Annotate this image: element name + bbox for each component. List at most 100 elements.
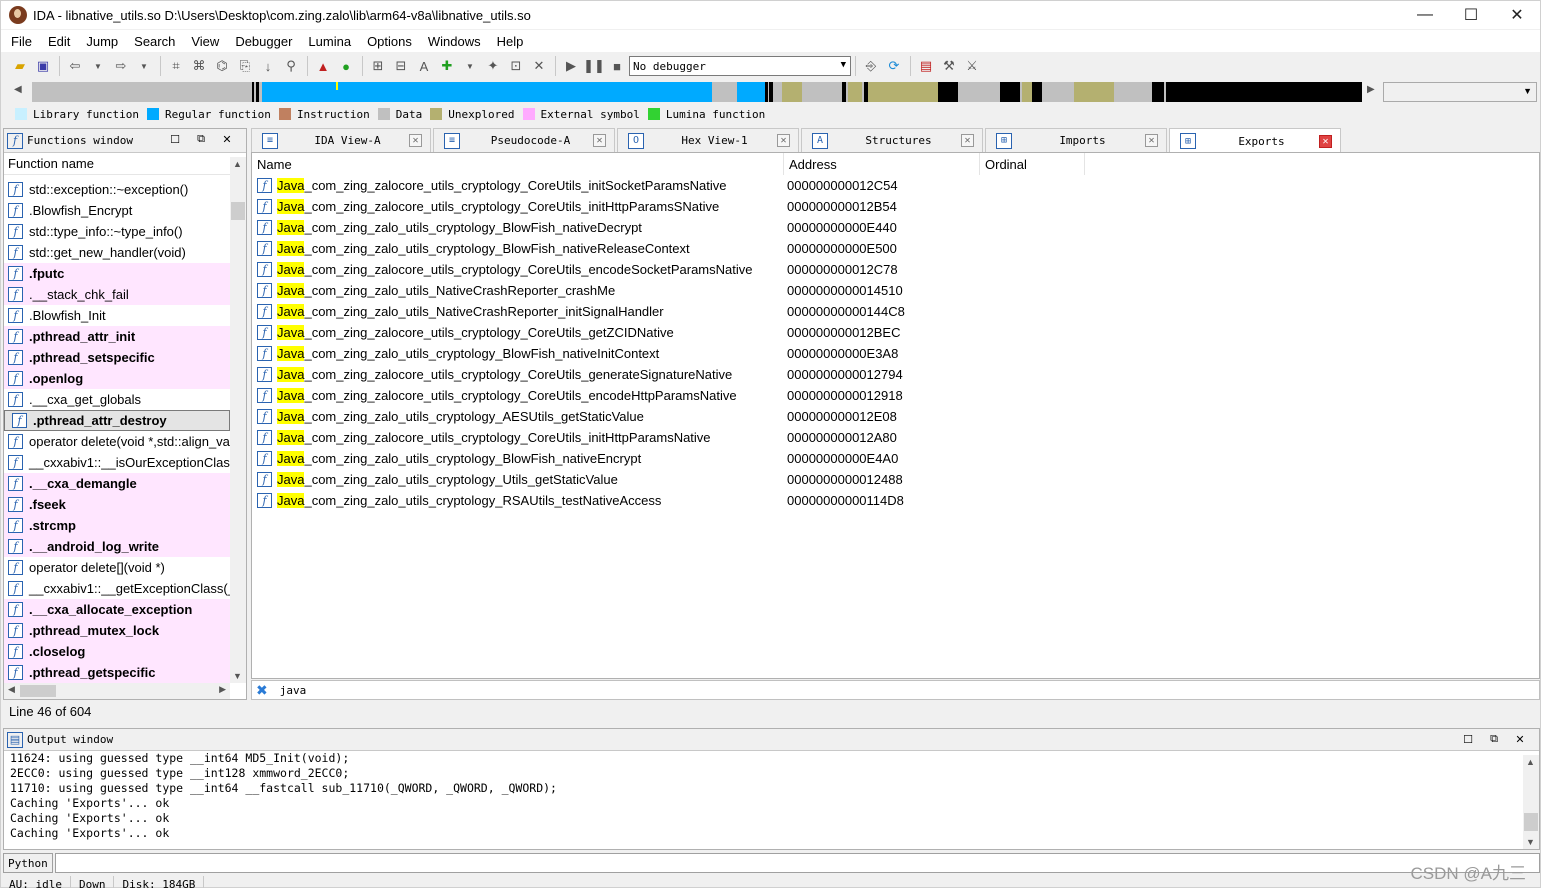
- forward-icon[interactable]: ⇨: [110, 55, 132, 77]
- scroll-down-icon[interactable]: ▼: [1526, 837, 1535, 847]
- function-list-item[interactable]: f .__cxa_allocate_exception: [4, 599, 230, 620]
- scrollbar-thumb[interactable]: [231, 202, 245, 220]
- add-icon[interactable]: ✚: [436, 55, 458, 77]
- dropdown-arrow-icon[interactable]: ▼: [87, 55, 109, 77]
- scroll-up-icon[interactable]: ▲: [1526, 757, 1535, 767]
- close-pane-icon[interactable]: ✕: [1507, 733, 1533, 746]
- menu-debugger[interactable]: Debugger: [227, 34, 300, 49]
- stop-icon[interactable]: ■: [606, 55, 628, 77]
- code-icon[interactable]: ⊞: [367, 55, 389, 77]
- plugin-icon[interactable]: ⚒: [938, 55, 960, 77]
- disable-plugin-icon[interactable]: ⚔: [961, 55, 983, 77]
- exports-column-address[interactable]: Address: [784, 153, 980, 175]
- function-list-item[interactable]: f .pthread_attr_destroy: [4, 410, 230, 431]
- minimize-button[interactable]: —: [1402, 1, 1448, 29]
- export-row[interactable]: f Java _com_zing_zalocore_utils_cryptology…: [252, 322, 1539, 343]
- export-row[interactable]: f Java _com_zing_zalocore_utils_cryptology…: [252, 385, 1539, 406]
- export-row[interactable]: f Java _com_zing_zalocore_utils_cryptology…: [252, 427, 1539, 448]
- debugger-select[interactable]: No debugger ▼: [629, 56, 851, 76]
- menu-file[interactable]: File: [3, 34, 40, 49]
- navigation-select[interactable]: ▼: [1383, 82, 1537, 102]
- function-list-item[interactable]: f .__stack_chk_fail: [4, 284, 230, 305]
- float-pane-icon[interactable]: ⧉: [1481, 733, 1507, 746]
- scroll-up-icon[interactable]: ▲: [233, 159, 242, 169]
- save-icon[interactable]: ▣: [32, 55, 54, 77]
- command-input[interactable]: [54, 853, 1540, 873]
- tab-hex-view-1[interactable]: O Hex View-1 ✕: [617, 128, 799, 152]
- ascii-icon[interactable]: A: [413, 55, 435, 77]
- function-list-item[interactable]: f .fputc: [4, 263, 230, 284]
- scrollbar-thumb[interactable]: [20, 685, 56, 697]
- exports-column-name[interactable]: Name: [252, 153, 784, 175]
- function-list-item[interactable]: f std::get_new_handler(void): [4, 242, 230, 263]
- maximize-pane-icon[interactable]: ☐: [1455, 733, 1481, 746]
- run-status-icon[interactable]: ●: [335, 55, 357, 77]
- python-language-button[interactable]: Python: [3, 853, 53, 873]
- export-row[interactable]: f Java _com_zing_zalo_utils_NativeCrashRep…: [252, 301, 1539, 322]
- export-row[interactable]: f Java _com_zing_zalo_utils_cryptology_Blo…: [252, 238, 1539, 259]
- export-row[interactable]: f Java _com_zing_zalo_utils_cryptology_Blo…: [252, 448, 1539, 469]
- menu-lumina[interactable]: Lumina: [300, 34, 359, 49]
- tab-pseudocode-a[interactable]: ≡ Pseudocode-A ✕: [433, 128, 615, 152]
- clear-filter-icon[interactable]: ✖: [256, 682, 268, 699]
- scroll-right-icon[interactable]: ▶: [1367, 84, 1375, 95]
- export-row[interactable]: f Java _com_zing_zalo_utils_cryptology_Blo…: [252, 343, 1539, 364]
- filter-input[interactable]: java: [280, 684, 307, 697]
- export-row[interactable]: f Java _com_zing_zalo_utils_cryptology_Uti…: [252, 469, 1539, 490]
- jump-down-icon[interactable]: ↓: [257, 55, 279, 77]
- tab-exports[interactable]: ⊞ Exports ✕: [1169, 128, 1341, 153]
- patch-icon[interactable]: ✦: [482, 55, 504, 77]
- menu-options[interactable]: Options: [359, 34, 420, 49]
- function-list-item[interactable]: f .pthread_mutex_lock: [4, 620, 230, 641]
- function-list-item[interactable]: f .fseek: [4, 494, 230, 515]
- function-list-item[interactable]: f operator delete[](void *): [4, 557, 230, 578]
- float-pane-icon[interactable]: ⧉: [188, 133, 214, 146]
- function-list-item[interactable]: f operator delete(void *,std::align_val_t…: [4, 431, 230, 452]
- function-list-item[interactable]: f .__android_log_write: [4, 536, 230, 557]
- find-icon[interactable]: ⚲: [280, 55, 302, 77]
- attach-icon[interactable]: ⎆: [860, 55, 882, 77]
- function-list-item[interactable]: f .strcmp: [4, 515, 230, 536]
- function-name-column-header[interactable]: Function name: [4, 153, 246, 175]
- export-row[interactable]: f Java _com_zing_zalocore_utils_cryptology…: [252, 364, 1539, 385]
- navigation-strip[interactable]: [32, 82, 1362, 102]
- menu-search[interactable]: Search: [126, 34, 183, 49]
- close-tab-icon[interactable]: ✕: [593, 134, 606, 147]
- function-list-item[interactable]: f __cxxabiv1::__isOurExceptionClass(_Unwi…: [4, 452, 230, 473]
- scroll-left-icon[interactable]: ◀: [8, 684, 15, 695]
- function-list-item[interactable]: f __cxxabiv1::__getExceptionClass(_Unwind…: [4, 578, 230, 599]
- function-list-item[interactable]: f .__cxa_demangle: [4, 473, 230, 494]
- dropdown-arrow-icon[interactable]: ▼: [133, 55, 155, 77]
- menu-view[interactable]: View: [183, 34, 227, 49]
- pause-icon[interactable]: ❚❚: [583, 55, 605, 77]
- export-row[interactable]: f Java _com_zing_zalo_utils_NativeCrashRep…: [252, 280, 1539, 301]
- scrollbar-thumb[interactable]: [1524, 813, 1538, 831]
- export-row[interactable]: f Java _com_zing_zalo_utils_cryptology_Blo…: [252, 217, 1539, 238]
- export-row[interactable]: f Java _com_zing_zalo_utils_cryptology_RSA…: [252, 490, 1539, 511]
- tab-ida-view-a[interactable]: ≡ IDA View-A ✕: [251, 128, 431, 152]
- function-list-item[interactable]: f std::exception::~exception(): [4, 179, 230, 200]
- close-tab-icon[interactable]: ✕: [1145, 134, 1158, 147]
- export-row[interactable]: f Java _com_zing_zalocore_utils_cryptology…: [252, 175, 1539, 196]
- tab-structures[interactable]: A Structures ✕: [801, 128, 983, 152]
- maximize-pane-icon[interactable]: ☐: [162, 133, 188, 146]
- close-button[interactable]: ✕: [1494, 1, 1540, 29]
- function-list-item[interactable]: f .pthread_attr_init: [4, 326, 230, 347]
- back-icon[interactable]: ⇦: [64, 55, 86, 77]
- export-row[interactable]: f Java _com_zing_zalocore_utils_cryptology…: [252, 259, 1539, 280]
- menu-jump[interactable]: Jump: [78, 34, 126, 49]
- output-vertical-scrollbar[interactable]: ▲ ▼: [1523, 755, 1539, 849]
- refresh-icon[interactable]: ⟳: [883, 55, 905, 77]
- maximize-button[interactable]: ☐: [1448, 1, 1494, 29]
- exports-column-ordinal[interactable]: Ordinal: [980, 153, 1085, 175]
- function-list-item[interactable]: f .openlog: [4, 368, 230, 389]
- function-list-item[interactable]: f .Blowfish_Init: [4, 305, 230, 326]
- graph-icon[interactable]: ▲: [312, 55, 334, 77]
- scroll-right-icon[interactable]: ▶: [219, 684, 226, 695]
- undefine-icon[interactable]: ✕: [528, 55, 550, 77]
- close-tab-icon[interactable]: ✕: [409, 134, 422, 147]
- functions-vertical-scrollbar[interactable]: ▲ ▼: [230, 157, 246, 683]
- function-list-item[interactable]: f .pthread_getspecific: [4, 662, 230, 683]
- function-list-item[interactable]: f .Blowfish_Encrypt: [4, 200, 230, 221]
- function-list-item[interactable]: f std::type_info::~type_info(): [4, 221, 230, 242]
